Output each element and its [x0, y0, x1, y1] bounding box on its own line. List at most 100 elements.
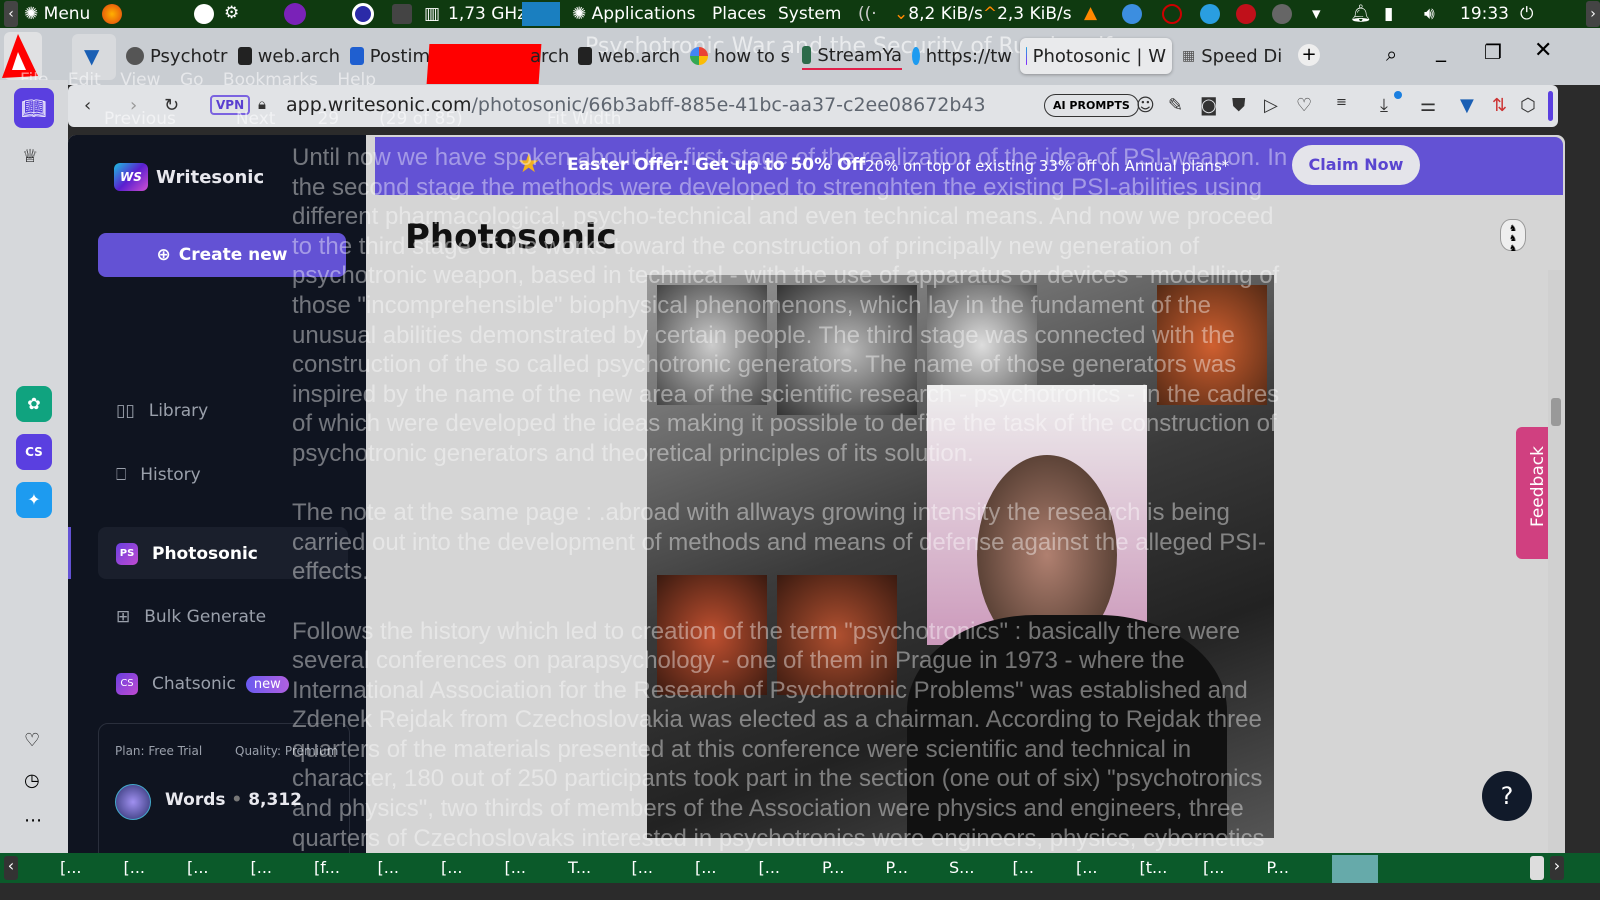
taskbar-item[interactable]: [... [1013, 858, 1035, 877]
taskbar-item[interactable]: [... [187, 858, 209, 877]
back-button[interactable]: ‹ [84, 95, 91, 116]
more-icon[interactable]: ⋯ [24, 810, 42, 831]
gears-icon[interactable]: ⚙ [224, 3, 239, 23]
mpx-icon[interactable] [1162, 4, 1182, 24]
terminal-icon[interactable] [392, 4, 412, 24]
cube-icon[interactable]: ⬡ [1520, 95, 1536, 116]
archive-icon [578, 47, 592, 65]
maximize-button[interactable]: ❐ [1484, 40, 1502, 64]
search-tabs-icon[interactable]: ⌕ [1386, 42, 1397, 66]
taskbar-item[interactable]: [... [695, 858, 717, 877]
menu-button[interactable]: ✺ Menu [24, 4, 90, 24]
opera-icon[interactable] [352, 3, 374, 25]
settings-sliders-icon[interactable]: ⚌ [1420, 95, 1436, 116]
panel-scroll-right[interactable]: › [1586, 1, 1600, 27]
ai-prompts-button[interactable]: AI PROMPTS [1044, 94, 1139, 117]
taskbar-active-item[interactable] [1332, 855, 1378, 883]
tab[interactable]: how to s [690, 42, 792, 70]
nav-history[interactable]: ⎕ History [116, 465, 201, 485]
firefox-icon[interactable] [102, 4, 122, 24]
taskbar-item[interactable]: P... [822, 858, 844, 877]
system-menu[interactable]: System [778, 4, 841, 24]
taskbar-item[interactable]: T... [568, 858, 591, 877]
taskbar-item[interactable]: [... [60, 858, 82, 877]
applications-menu[interactable]: ✺ Applications [572, 4, 696, 24]
qbittorrent-icon[interactable] [1122, 4, 1142, 24]
shield-icon[interactable]: ⛊ [1232, 95, 1246, 116]
crown-icon[interactable]: ♕ [22, 146, 38, 167]
taskbar-item[interactable]: [t... [1140, 858, 1168, 877]
telegram-icon[interactable] [1200, 4, 1220, 24]
trash-icon[interactable] [1530, 856, 1544, 880]
nav-bulk-generate[interactable]: ⊞ Bulk Generate [116, 607, 266, 627]
pause-icon[interactable] [1272, 4, 1292, 24]
twitter-panel-icon[interactable]: ✦ [16, 482, 52, 518]
taskbar-item[interactable]: [... [251, 858, 273, 877]
taskbar-item[interactable]: S... [949, 858, 974, 877]
help-button[interactable]: ? [1482, 771, 1532, 821]
power-icon[interactable]: ⏻ [1520, 4, 1533, 24]
taskbar-item[interactable]: P... [1267, 858, 1289, 877]
taskbar: ‹ [... [... [... [... [f... [... [... [... T... [… [0, 853, 1600, 883]
search-app-icon[interactable] [194, 4, 214, 24]
create-new-button[interactable]: ⊕ Create new [98, 233, 346, 277]
scrollbar-thumb[interactable] [1551, 398, 1561, 426]
taskbar-item[interactable]: [... [505, 858, 527, 877]
taskbar-item[interactable]: [... [378, 858, 400, 877]
tab[interactable]: arch [530, 42, 568, 70]
tab[interactable]: Psychotr [126, 42, 228, 70]
extension-icon[interactable]: ≡ [1336, 95, 1347, 110]
tab[interactable]: ▦ Speed Di [1182, 42, 1282, 70]
taskbar-item[interactable]: [... [1076, 858, 1098, 877]
history-clock-icon[interactable]: ◷ [24, 770, 40, 791]
tab[interactable]: web.arch [578, 42, 680, 70]
close-window-button[interactable]: ✕ [1534, 38, 1552, 63]
nav-library[interactable]: ▯▯ Library [116, 401, 208, 421]
quality-label: Quality: Premium [235, 744, 339, 758]
wifi-icon[interactable]: ▾ [1312, 4, 1321, 24]
taskbar-scroll-left[interactable]: ‹ [4, 856, 18, 880]
reading-list-icon[interactable]: 📖︎ [14, 88, 54, 128]
taskbar-item[interactable]: [... [1203, 858, 1225, 877]
chatsonic-icon[interactable]: CS [16, 434, 52, 470]
taskbar-item[interactable]: P... [886, 858, 908, 877]
tab[interactable]: Postim [350, 42, 430, 70]
clock[interactable]: 19:33 [1460, 4, 1509, 24]
taskbar-item[interactable]: [... [441, 858, 463, 877]
nav-chatsonic[interactable]: CS Chatsonic new [116, 673, 289, 695]
tor-icon[interactable] [284, 3, 306, 25]
claim-now-button[interactable]: Claim Now [1292, 145, 1420, 185]
new-tab-button[interactable]: + [1298, 44, 1320, 66]
places-menu[interactable]: Places [712, 4, 766, 24]
notifications-icon[interactable]: 🔔︎ [1350, 4, 1372, 24]
updown-extension-icon[interactable]: ⇅ [1492, 95, 1507, 116]
nav-photosonic[interactable]: PS Photosonic [116, 543, 258, 565]
chatgpt-icon[interactable]: ✿ [16, 386, 52, 422]
record-icon[interactable] [1236, 4, 1256, 24]
download-icon[interactable]: ⤓ [1380, 95, 1388, 116]
taskbar-scroll-right[interactable]: › [1550, 856, 1564, 880]
coat-of-arms-icon[interactable]: ♞ ♞ ♞ [1500, 219, 1526, 254]
taskbar-item[interactable]: [... [124, 858, 146, 877]
taskbar-item[interactable]: [f... [314, 858, 340, 877]
panel-scroll-left[interactable]: ‹ [4, 1, 18, 27]
funnel-extension-icon[interactable]: ▼ [1460, 95, 1474, 116]
battery-icon[interactable]: ▮ [1384, 4, 1393, 24]
generated-image[interactable] [647, 275, 1274, 838]
volume-icon[interactable]: 🔊︎ [1424, 4, 1435, 24]
bookmarks-heart-icon[interactable]: ♡ [24, 730, 40, 751]
tab[interactable]: web.arch [238, 42, 340, 70]
emoji-icon[interactable]: ☺ [1136, 95, 1155, 116]
send-icon[interactable]: ▷ [1264, 95, 1278, 116]
minimize-button[interactable]: _ [1436, 38, 1446, 62]
scrollbar[interactable] [1548, 270, 1565, 853]
taskbar-item[interactable]: [... [632, 858, 654, 877]
vlc-icon[interactable]: ▲ [1084, 3, 1097, 23]
tab-active[interactable]: Photosonic | W [1020, 38, 1172, 74]
taskbar-item[interactable]: [... [759, 858, 781, 877]
edit-icon[interactable]: ✎ [1168, 95, 1183, 116]
tab[interactable]: StreamYa [802, 42, 902, 70]
heart-icon[interactable]: ♡ [1296, 95, 1312, 116]
camera-icon[interactable]: ◙ [1200, 95, 1217, 116]
tab[interactable]: https://tw [912, 42, 1012, 70]
